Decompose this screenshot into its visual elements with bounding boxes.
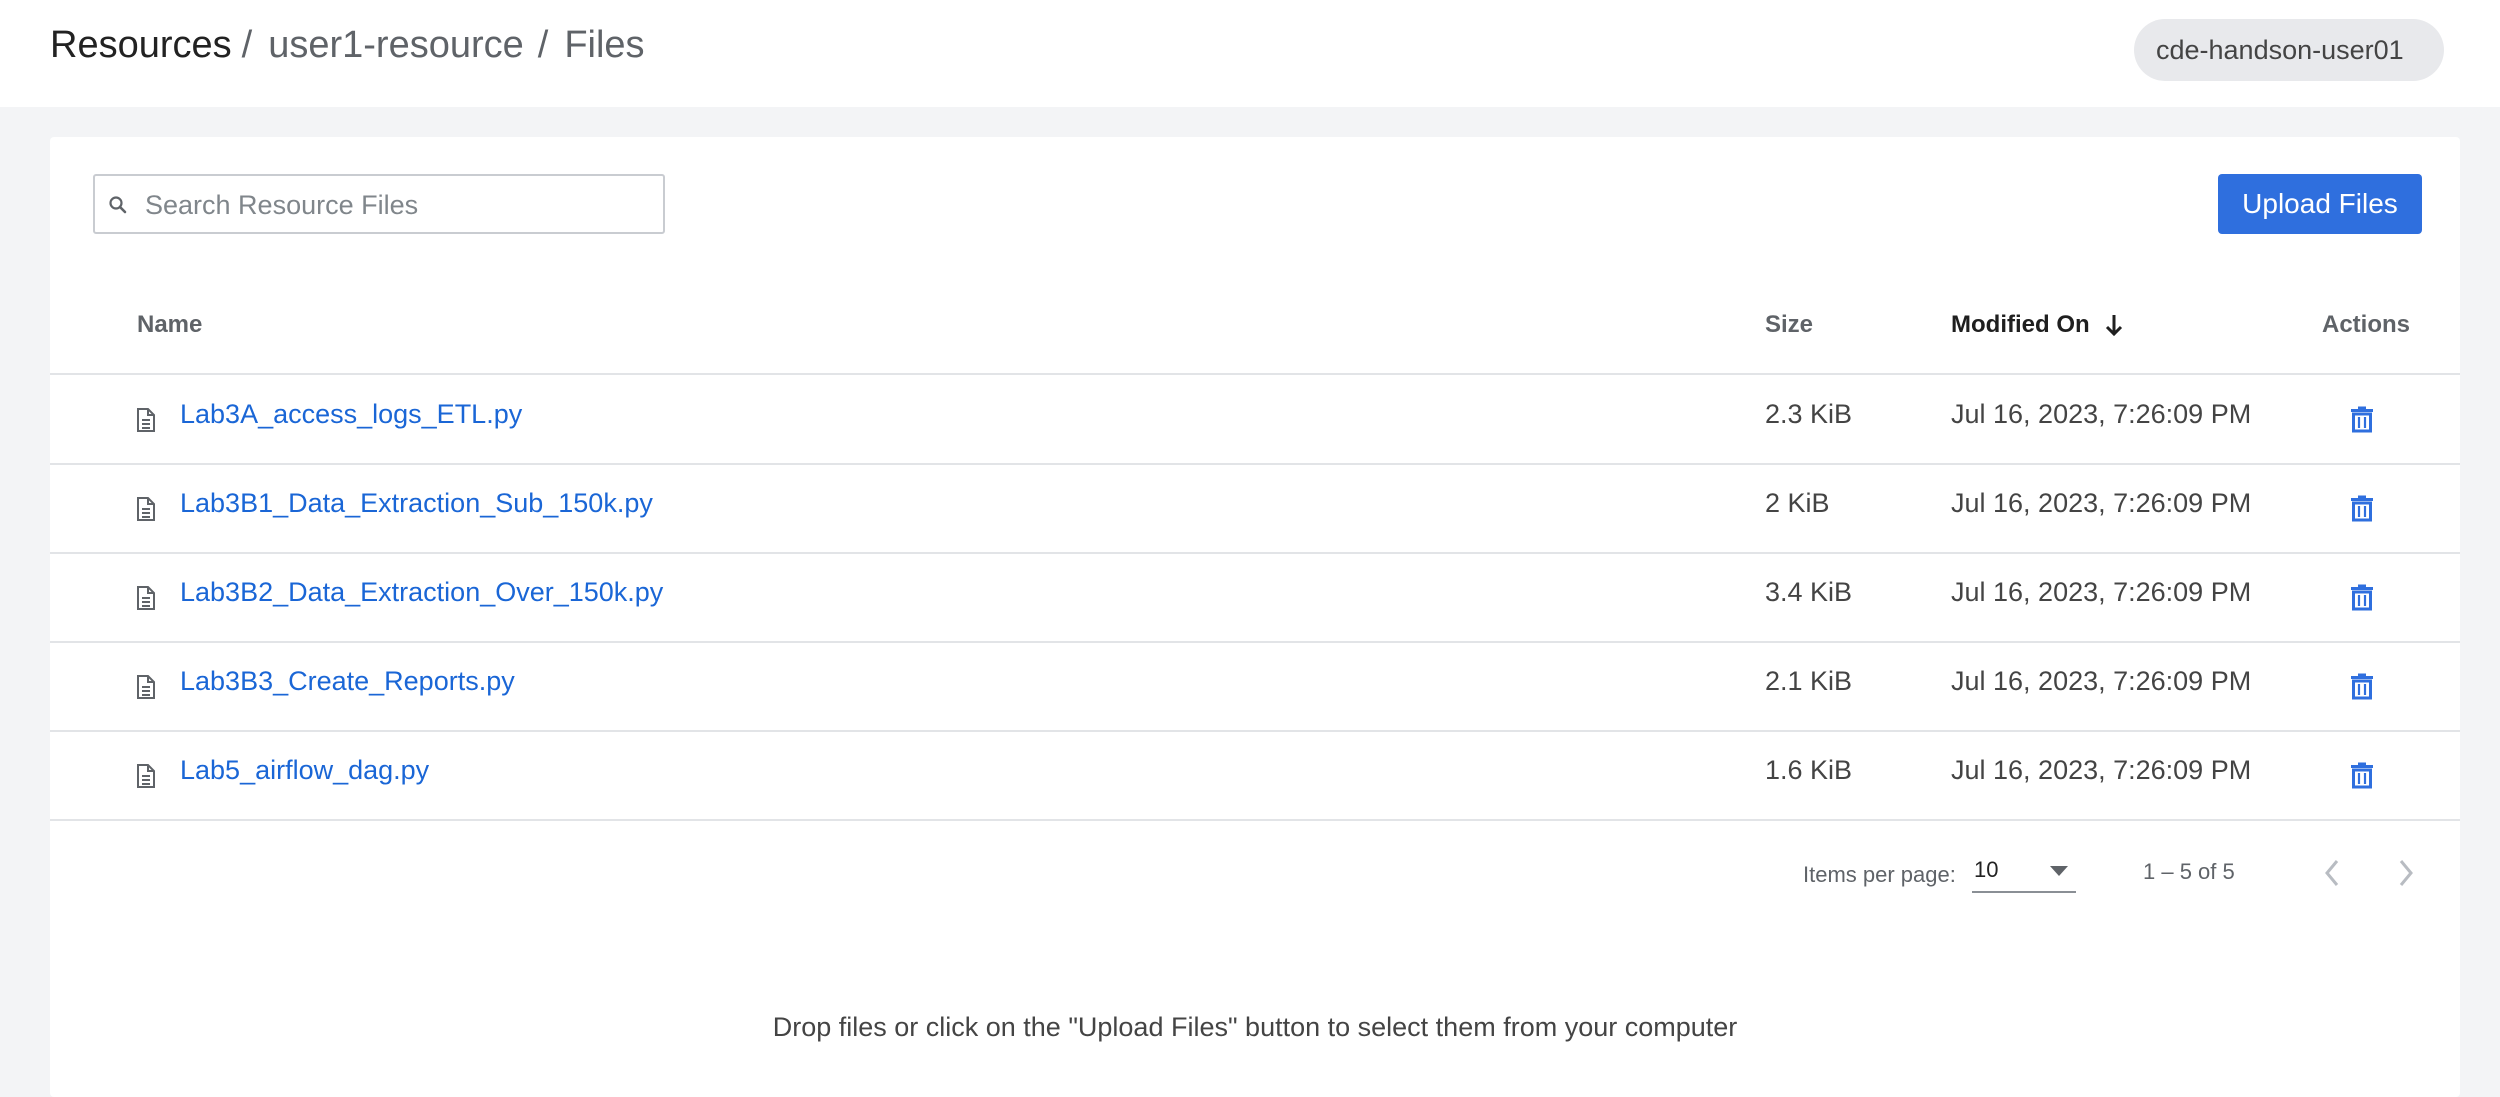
file-icon	[137, 497, 155, 521]
user-menu-button[interactable]: cde-handson-user01	[2134, 19, 2444, 81]
items-per-page-select[interactable]: 10	[1972, 849, 2076, 893]
file-modified-date: Jul 16, 2023, 7:26:09 PM	[1951, 666, 2252, 696]
file-icon	[137, 764, 155, 788]
column-header-modified-on-label: Modified On	[1951, 311, 2090, 338]
trash-icon[interactable]	[2350, 672, 2374, 700]
files-panel: Upload Files Name Size Modified On Actio…	[50, 137, 2460, 1097]
items-per-page-value: 10	[1974, 857, 1999, 882]
column-header-name[interactable]: Name	[137, 305, 202, 345]
table-row: Lab3B2_Data_Extraction_Over_150k.py 3.4 …	[50, 553, 2460, 642]
column-header-size[interactable]: Size	[1765, 305, 1813, 345]
file-name-link[interactable]: Lab3B3_Create_Reports.py	[180, 666, 515, 697]
breadcrumb-separator: /	[241, 23, 253, 66]
table-row: Lab5_airflow_dag.py 1.6 KiB Jul 16, 2023…	[50, 731, 2460, 820]
breadcrumb-current: Files	[564, 23, 645, 66]
table-row: Lab3A_access_logs_ETL.py 2.3 KiB Jul 16,…	[50, 375, 2460, 464]
file-icon	[137, 675, 155, 699]
table-row: Lab3B3_Create_Reports.py 2.1 KiB Jul 16,…	[50, 642, 2460, 731]
file-modified-date: Jul 16, 2023, 7:26:09 PM	[1951, 577, 2252, 607]
file-name-link[interactable]: Lab5_airflow_dag.py	[180, 755, 429, 786]
column-header-modified-on[interactable]: Modified On	[1951, 305, 2124, 345]
file-size: 3.4 KiB	[1765, 577, 1853, 607]
drop-zone-hint[interactable]: Drop files or click on the "Upload Files…	[50, 1012, 2460, 1043]
file-name-link[interactable]: Lab3B2_Data_Extraction_Over_150k.py	[180, 577, 663, 608]
file-name-link[interactable]: Lab3A_access_logs_ETL.py	[180, 399, 522, 430]
file-modified-date: Jul 16, 2023, 7:26:09 PM	[1951, 755, 2252, 785]
top-bar: Resources / user1-resource / Files cde-h…	[0, 0, 2500, 107]
trash-icon[interactable]	[2350, 761, 2374, 789]
dropdown-caret-icon	[2050, 866, 2068, 876]
search-icon	[109, 196, 127, 214]
breadcrumb: Resources / user1-resource / Files	[50, 20, 645, 70]
chevron-left-icon[interactable]	[2322, 857, 2342, 889]
file-size: 1.6 KiB	[1765, 755, 1853, 785]
file-icon	[137, 408, 155, 432]
chevron-right-icon[interactable]	[2396, 857, 2416, 889]
search-box[interactable]	[93, 174, 665, 234]
breadcrumb-resource[interactable]: user1-resource	[268, 24, 524, 67]
pagination-range: 1 – 5 of 5	[2143, 859, 2235, 884]
trash-icon[interactable]	[2350, 405, 2374, 433]
breadcrumb-separator: /	[537, 23, 549, 66]
trash-icon[interactable]	[2350, 583, 2374, 611]
file-size: 2.1 KiB	[1765, 666, 1853, 696]
breadcrumb-resources[interactable]: Resources	[50, 24, 232, 67]
upload-files-button[interactable]: Upload Files	[2218, 174, 2422, 234]
file-icon	[137, 586, 155, 610]
items-per-page-label: Items per page:	[1803, 862, 1956, 887]
file-size: 2 KiB	[1765, 488, 1830, 518]
column-header-actions: Actions	[2322, 311, 2411, 338]
file-modified-date: Jul 16, 2023, 7:26:09 PM	[1951, 399, 2252, 429]
arrow-down-icon	[2105, 315, 2122, 337]
file-name-link[interactable]: Lab3B1_Data_Extraction_Sub_150k.py	[180, 488, 653, 519]
search-input[interactable]	[143, 184, 647, 226]
trash-icon[interactable]	[2350, 494, 2374, 522]
file-modified-date: Jul 16, 2023, 7:26:09 PM	[1951, 488, 2252, 518]
table-row: Lab3B1_Data_Extraction_Sub_150k.py 2 KiB…	[50, 464, 2460, 553]
divider	[50, 819, 2460, 821]
file-size: 2.3 KiB	[1765, 399, 1853, 429]
